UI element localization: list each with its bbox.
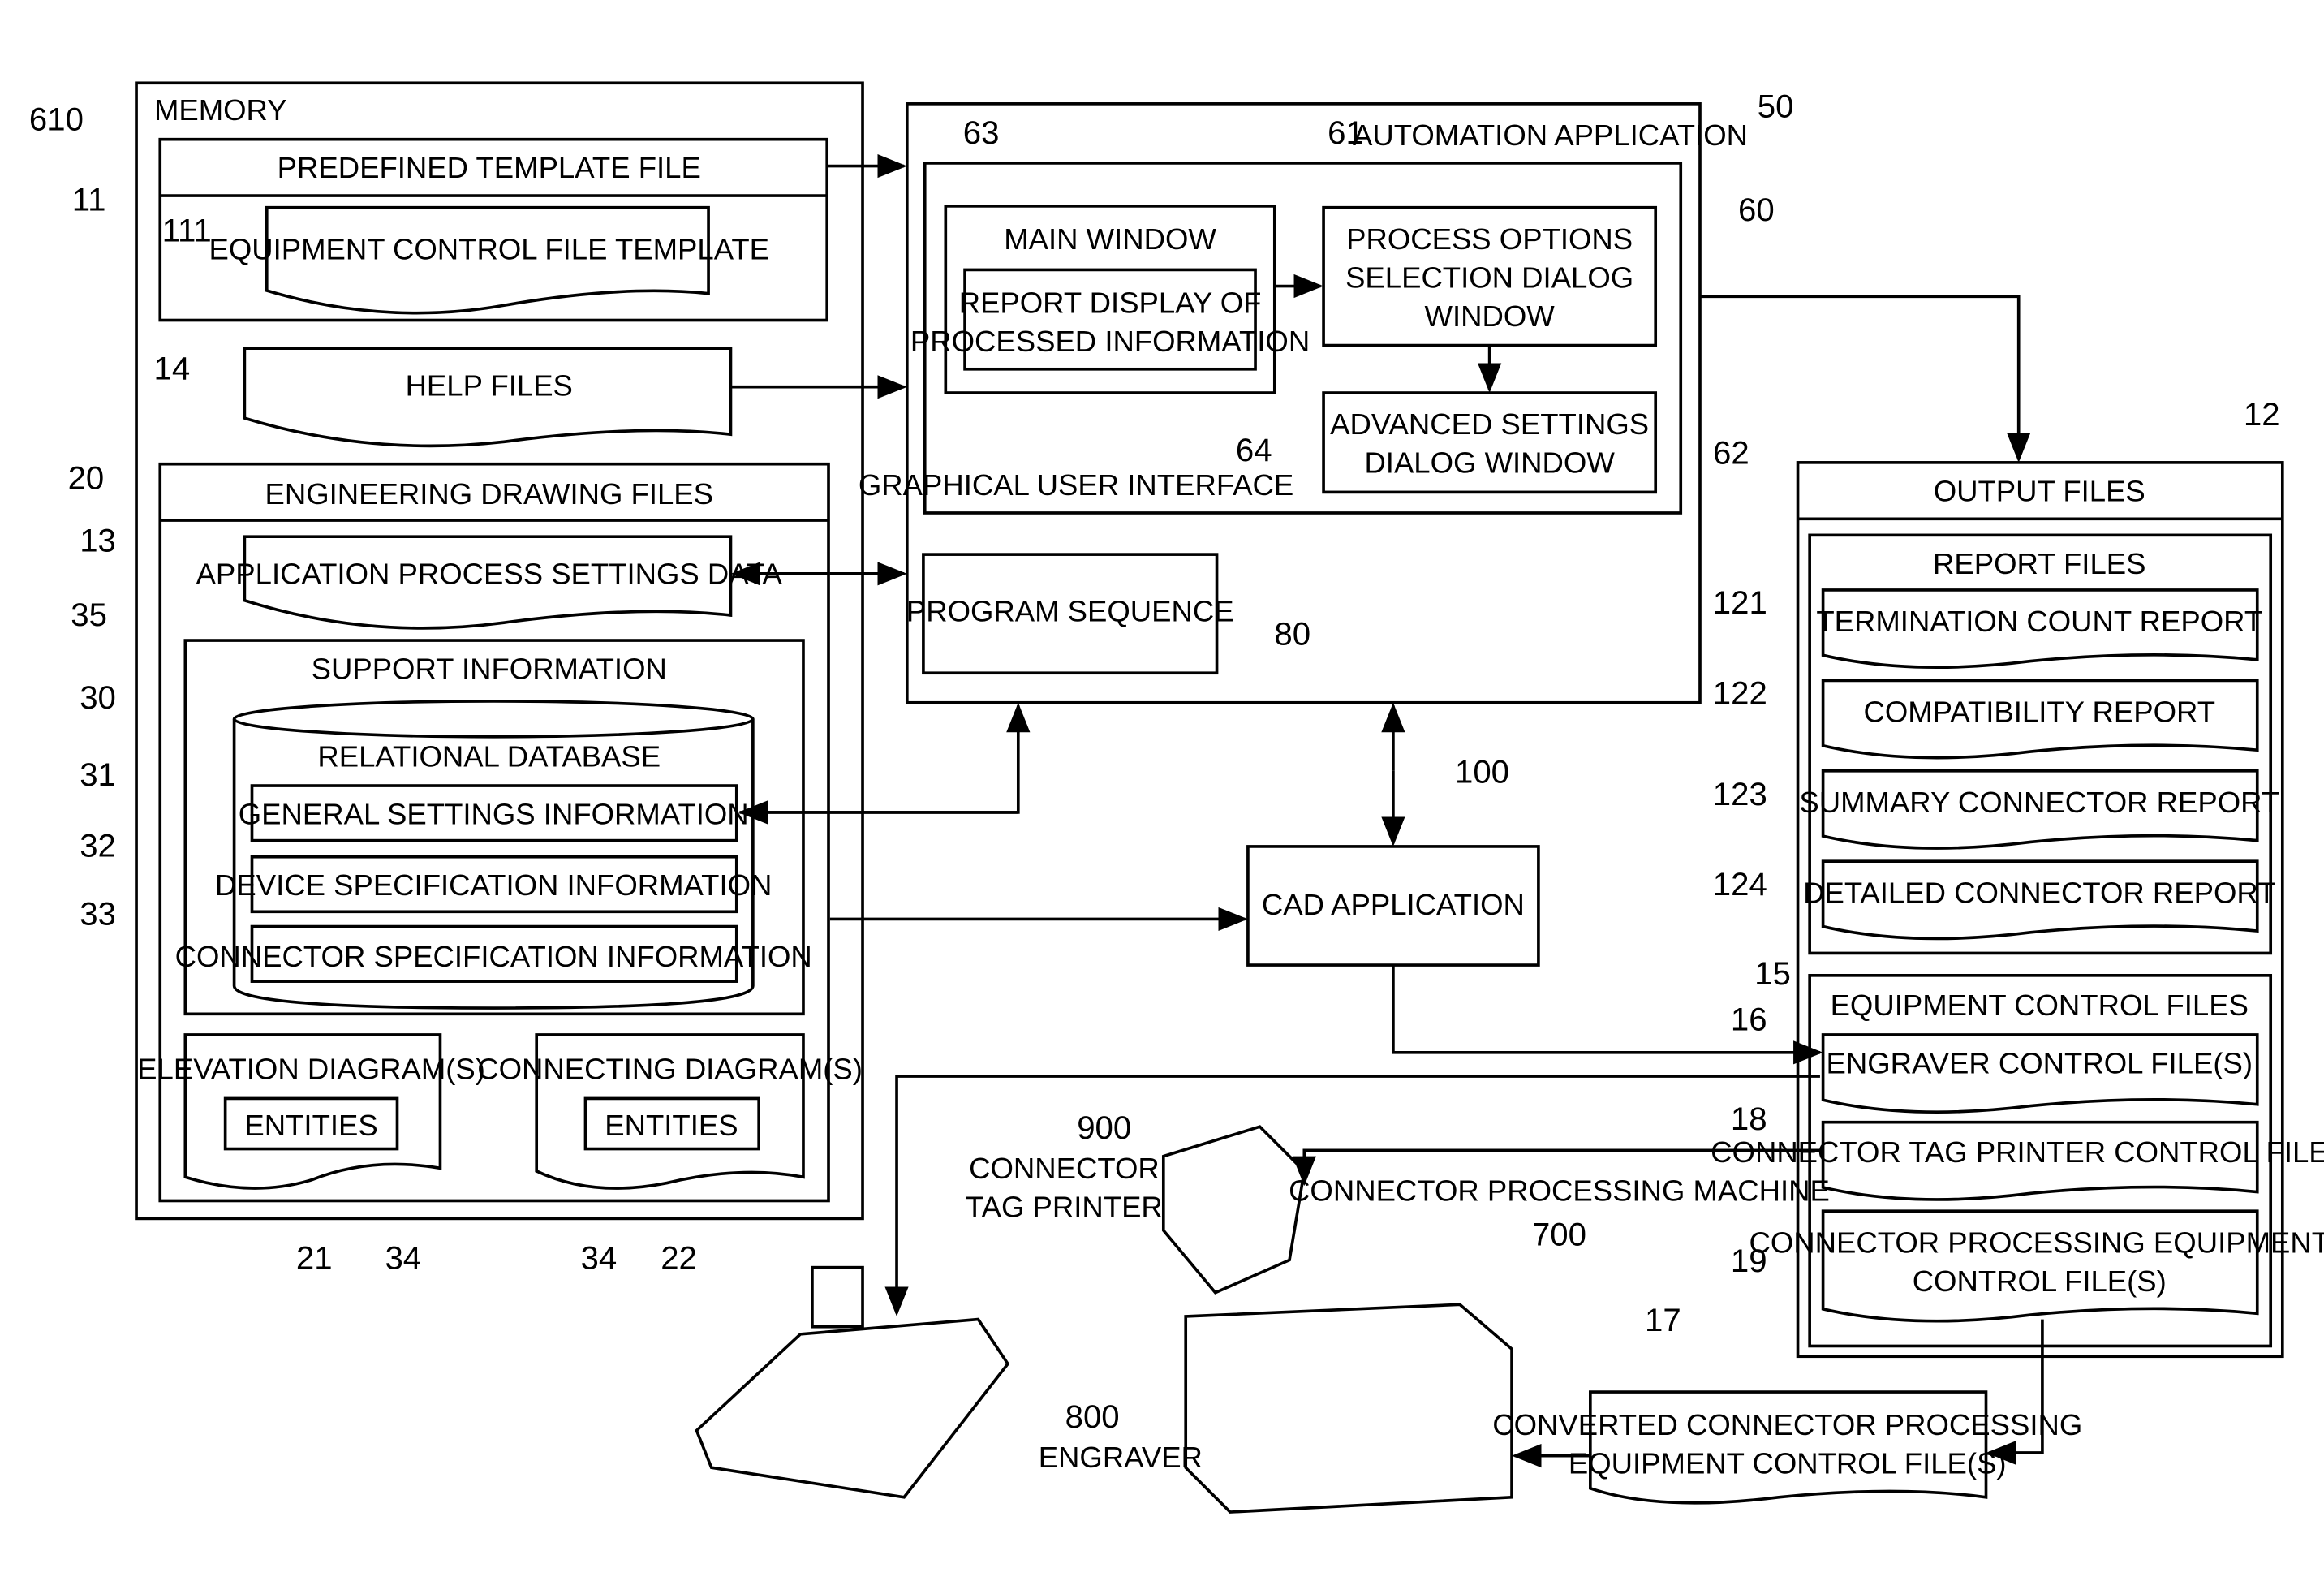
ref-20: 20 [68, 460, 105, 497]
ref-63: 63 [963, 114, 1000, 151]
ref-123: 123 [1713, 776, 1767, 812]
ref-11: 11 [72, 181, 106, 218]
ref-121: 121 [1713, 584, 1767, 621]
ref-111: 111 [162, 213, 212, 249]
ref-31: 31 [80, 756, 116, 793]
engineering-label: ENGINEERING DRAWING FILES [265, 477, 713, 511]
ref-33: 33 [80, 896, 116, 933]
equipment-files-label: EQUIPMENT CONTROL FILES [1831, 989, 2249, 1022]
memory-label: MEMORY [154, 93, 287, 127]
ref-30: 30 [80, 679, 116, 716]
converted-label-1: CONVERTED CONNECTOR PROCESSING [1492, 1408, 2082, 1441]
predefined-template-label: PREDEFINED TEMPLATE FILE [278, 151, 701, 184]
printer-label-1: CONNECTOR [969, 1152, 1160, 1185]
ref-62: 62 [1713, 435, 1749, 472]
ref-15: 15 [1754, 955, 1791, 992]
ref-800: 800 [1065, 1398, 1120, 1435]
ref-13: 13 [80, 522, 116, 558]
ref-900: 900 [1077, 1109, 1131, 1146]
elevation-label: ELEVATION DIAGRAM(S) [137, 1053, 485, 1086]
program-sequence-label: PROGRAM SEQUENCE [906, 594, 1234, 627]
ref-100: 100 [1455, 753, 1509, 790]
connecting-label: CONNECTING DIAGRAM(S) [477, 1053, 863, 1086]
ref-124: 124 [1713, 866, 1767, 903]
report-item: TERMINATION COUNT REPORT [1816, 605, 2262, 638]
equipment-item: CONNECTOR TAG PRINTER CONTROL FILE(S) [1711, 1135, 2324, 1169]
ref-34b: 34 [581, 1239, 618, 1276]
diagram: MEMORY PREDEFINED TEMPLATE FILE EQUIPMEN… [0, 0, 2324, 1593]
cad-label: CAD APPLICATION [1262, 888, 1525, 921]
ref-34: 34 [385, 1239, 421, 1276]
ref-12: 12 [2244, 396, 2280, 433]
process-options-label-3: WINDOW [1425, 299, 1556, 333]
ref-60: 60 [1738, 192, 1775, 228]
app-settings-label: APPLICATION PROCESS SETTINGS DATA [196, 558, 783, 591]
report-display-label-1: REPORT DISPLAY OF [959, 286, 1262, 319]
advanced-label-1: ADVANCED SETTINGS [1330, 407, 1649, 441]
ref-18: 18 [1731, 1101, 1767, 1137]
db-label: RELATIONAL DATABASE [317, 739, 661, 773]
engraver-label: ENGRAVER [1039, 1441, 1203, 1474]
report-item: DETAILED CONNECTOR REPORT [1803, 876, 2275, 909]
ref-22: 22 [661, 1239, 697, 1276]
engraver-illustration [695, 1317, 1010, 1499]
gui-label: GRAPHICAL USER INTERFACE [859, 468, 1293, 502]
report-display-label-2: PROCESSED INFORMATION [910, 325, 1310, 358]
ref-16: 16 [1731, 1001, 1767, 1037]
connecting-entities: ENTITIES [605, 1109, 738, 1142]
printer-label-2: TAG PRINTER [966, 1191, 1163, 1224]
tag-printer-illustration [1161, 1125, 1306, 1295]
automation-label: AUTOMATION APPLICATION [1353, 118, 1748, 152]
connector-spec-label: CONNECTOR SPECIFICATION INFORMATION [175, 940, 812, 973]
equipment-template-label: EQUIPMENT CONTROL FILE TEMPLATE [209, 233, 769, 266]
ref-17: 17 [1645, 1302, 1681, 1338]
processing-machine-illustration [1184, 1303, 1513, 1514]
ref-14: 14 [154, 351, 191, 387]
elevation-entities: ENTITIES [244, 1109, 377, 1142]
ref-61: 61 [1328, 114, 1364, 151]
ref-122: 122 [1713, 675, 1767, 712]
output-label: OUTPUT FILES [1934, 474, 2145, 507]
process-options-label-2: SELECTION DIALOG [1345, 261, 1633, 294]
ref-700: 700 [1532, 1216, 1586, 1252]
ref-35: 35 [71, 597, 107, 633]
equipment-item: CONNECTOR PROCESSING EQUIPMENT [1749, 1226, 2324, 1259]
ref-19: 19 [1731, 1243, 1767, 1279]
process-options-label-1: PROCESS OPTIONS [1346, 222, 1633, 256]
ref-80: 80 [1274, 616, 1310, 653]
advanced-label-2: DIALOG WINDOW [1364, 446, 1615, 480]
equipment-item: CONTROL FILE(S) [1913, 1264, 2167, 1298]
device-spec-label: DEVICE SPECIFICATION INFORMATION [215, 868, 772, 902]
machine-label: CONNECTOR PROCESSING MACHINE [1289, 1174, 1830, 1207]
diagram-canvas: MEMORY PREDEFINED TEMPLATE FILE EQUIPMEN… [29, 81, 2324, 1514]
ref-32: 32 [80, 828, 116, 864]
ref-21: 21 [296, 1239, 333, 1276]
ref-64: 64 [1236, 432, 1272, 468]
general-settings-label: GENERAL SETTINGS INFORMATION [239, 798, 749, 831]
help-files-label: HELP FILES [406, 369, 573, 403]
equipment-item: ENGRAVER CONTROL FILE(S) [1827, 1046, 2253, 1079]
report-item: COMPATIBILITY REPORT [1863, 696, 2215, 729]
report-item: SUMMARY CONNECTOR REPORT [1799, 786, 2279, 819]
ref-50: 50 [1758, 88, 1794, 124]
reports-label: REPORT FILES [1933, 547, 2145, 580]
ref-610: 610 [29, 101, 84, 138]
main-window-label: MAIN WINDOW [1004, 222, 1216, 256]
output-files-box [1796, 461, 2284, 1359]
converted-label-2: EQUIPMENT CONTROL FILE(S) [1569, 1447, 2007, 1480]
support-label: SUPPORT INFORMATION [312, 653, 667, 686]
